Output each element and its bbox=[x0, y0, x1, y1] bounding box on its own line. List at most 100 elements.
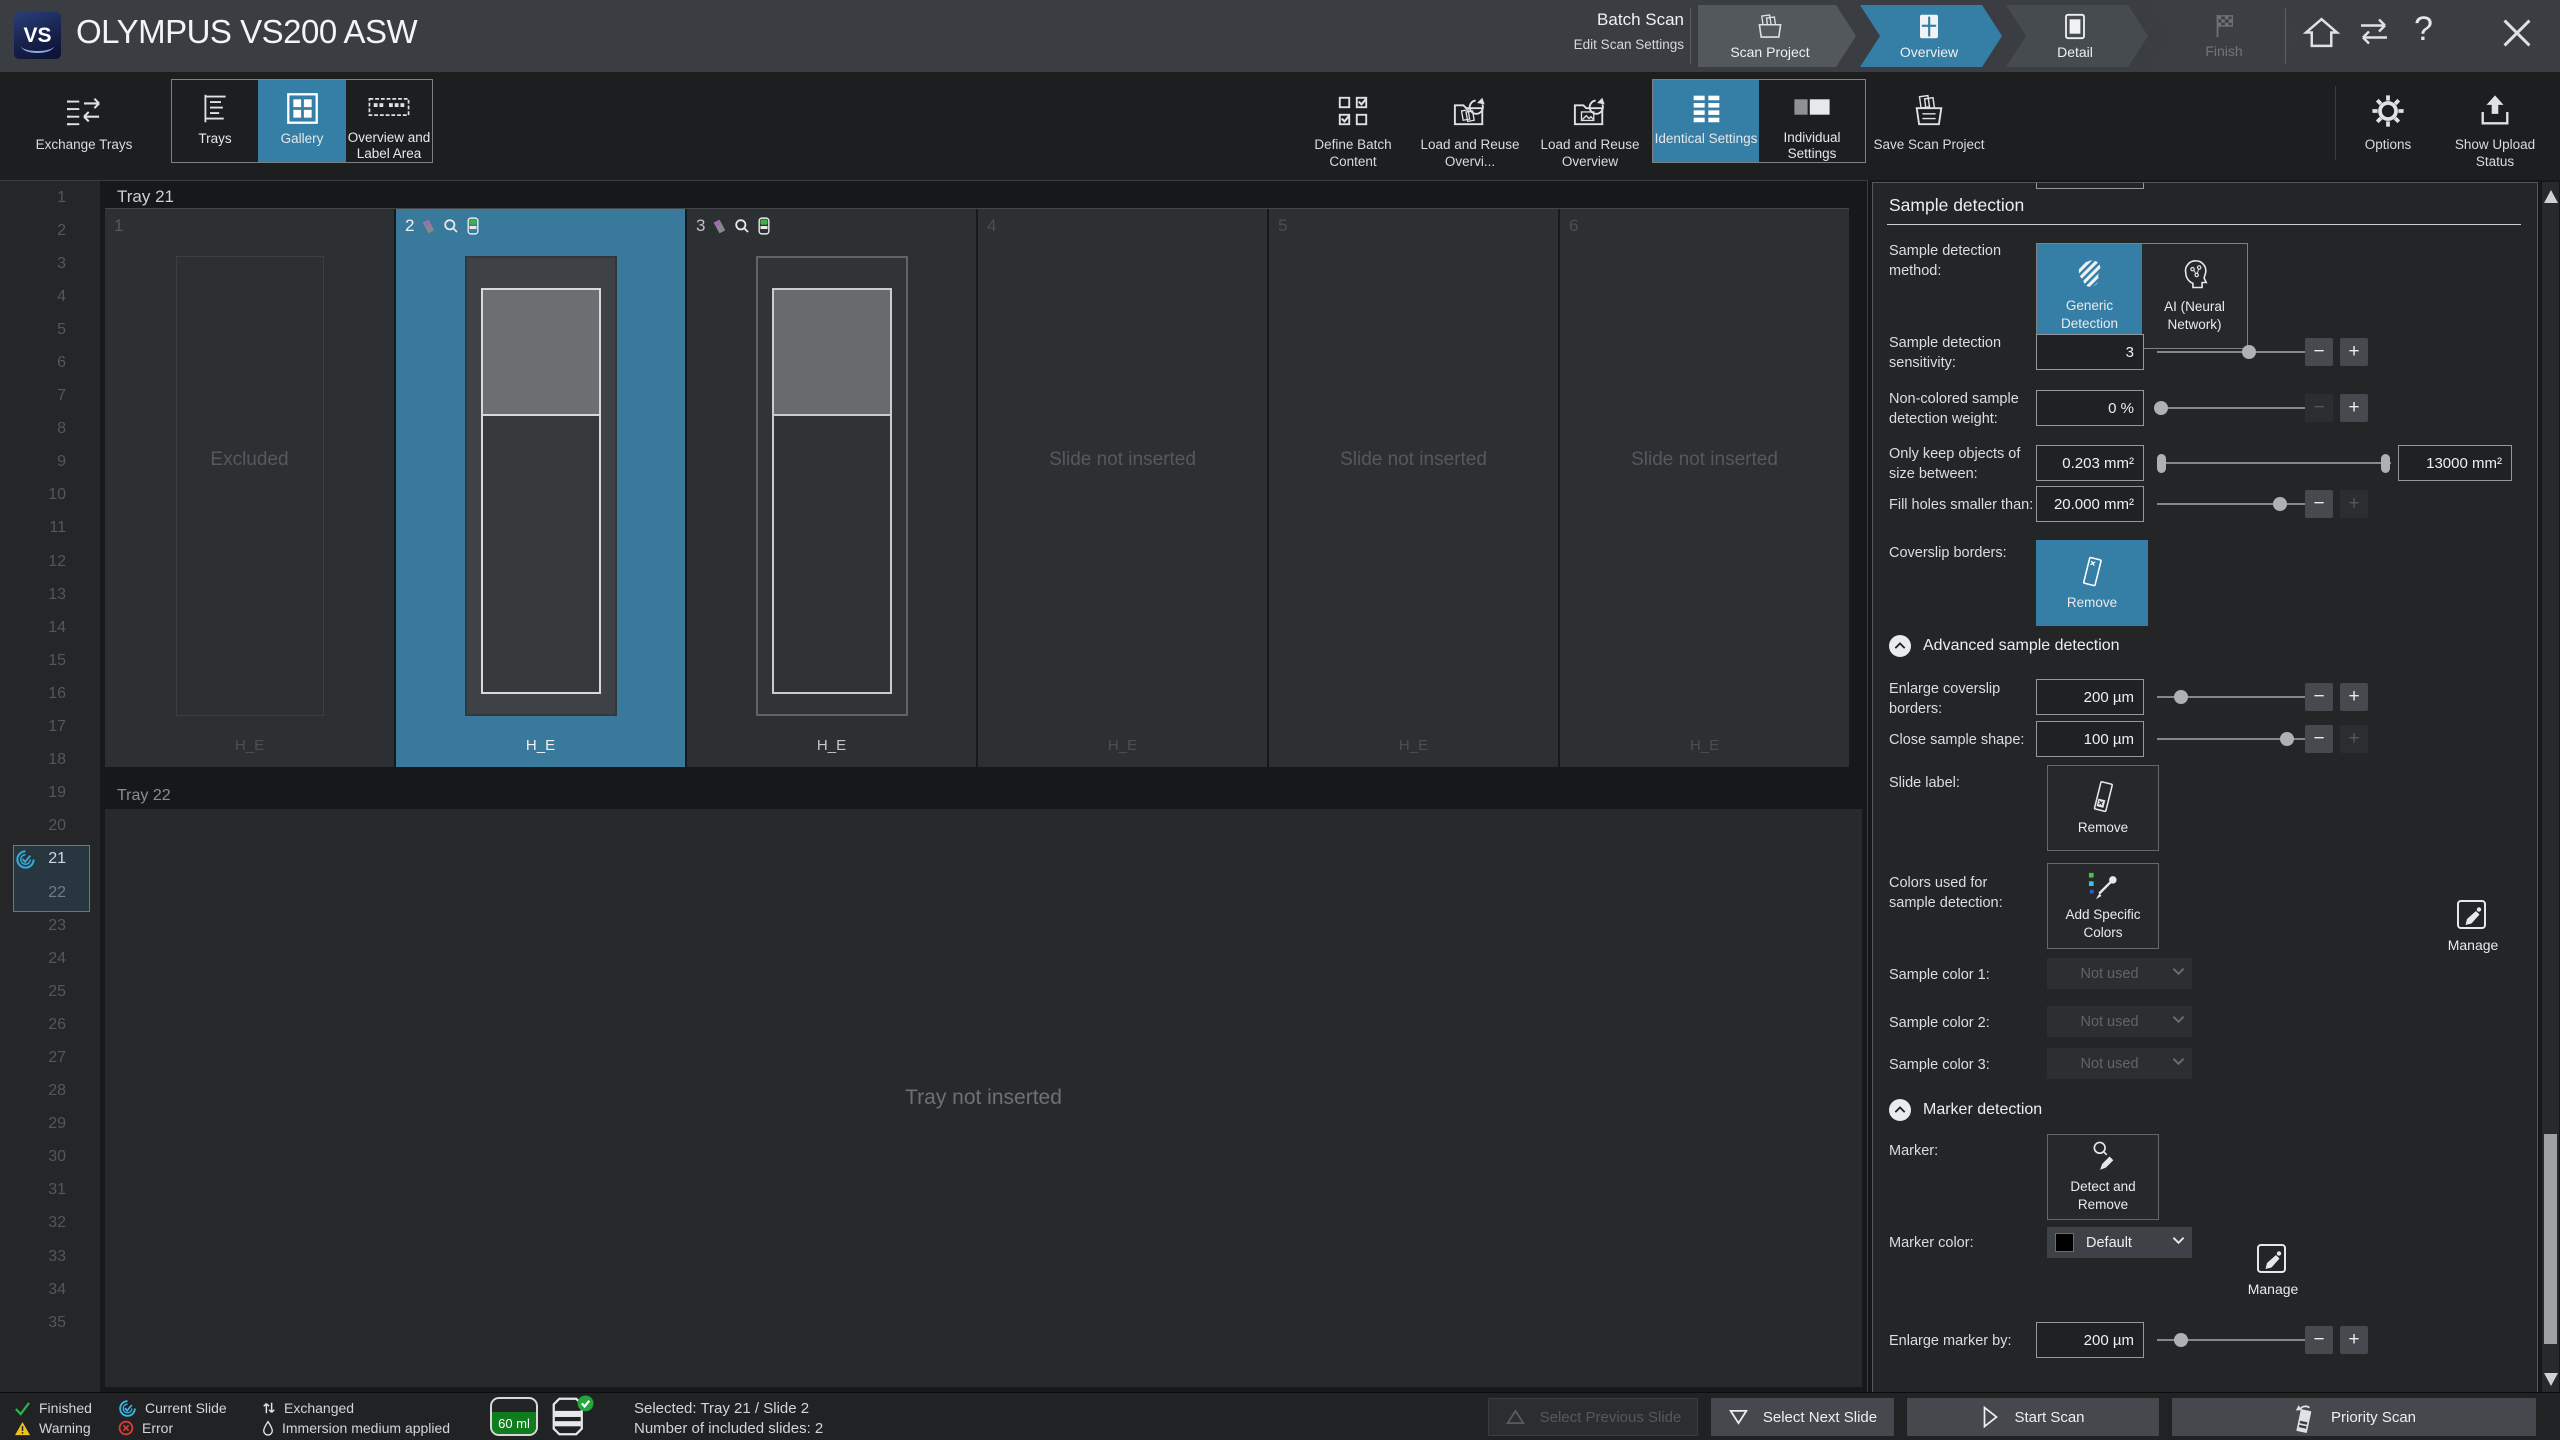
tray-list-item[interactable]: 19 bbox=[0, 777, 100, 810]
enlarge-marker-decrement-button[interactable]: − bbox=[2305, 1326, 2333, 1354]
slot-5[interactable]: 5 Slide not inserted H_E bbox=[1269, 209, 1558, 767]
add-specific-colors-button[interactable]: Add Specific Colors bbox=[2047, 863, 2159, 949]
panel-scrollbar[interactable] bbox=[2542, 182, 2559, 1394]
tray-list-item[interactable]: 13 bbox=[0, 578, 100, 611]
identical-settings-button[interactable]: Identical Settings bbox=[1653, 80, 1759, 162]
slot-3[interactable]: 3 H_E bbox=[687, 209, 976, 767]
tray-list-item[interactable]: 1 bbox=[0, 181, 100, 214]
marker-detection-header[interactable]: Marker detection bbox=[1889, 1099, 2042, 1121]
detect-and-remove-button[interactable]: Detect and Remove bbox=[2047, 1134, 2159, 1220]
enlarge-marker-increment-button[interactable]: + bbox=[2340, 1326, 2368, 1354]
enlarge-coverslip-decrement-button[interactable]: − bbox=[2305, 683, 2333, 711]
overview-label-area-button[interactable]: Overview and Label Area bbox=[346, 80, 432, 162]
tray-list-item[interactable]: 31 bbox=[0, 1174, 100, 1207]
tray-list-item[interactable]: 2 bbox=[0, 214, 100, 247]
tray-list-item[interactable]: 6 bbox=[0, 346, 100, 379]
select-next-slide-button[interactable]: Select Next Slide bbox=[1711, 1398, 1894, 1436]
fill-holes-slider[interactable] bbox=[2157, 486, 2305, 522]
sensitivity-input[interactable]: 3 bbox=[2036, 334, 2144, 370]
tray-list-item[interactable]: 12 bbox=[0, 545, 100, 578]
tray-list-item[interactable]: 25 bbox=[0, 975, 100, 1008]
exchange-trays-button[interactable]: Exchange Trays bbox=[5, 78, 163, 172]
options-button[interactable]: Options bbox=[2352, 78, 2424, 172]
tray-list-item[interactable]: 15 bbox=[0, 644, 100, 677]
tray-list-item[interactable]: 23 bbox=[0, 909, 100, 942]
weight-increment-button[interactable]: + bbox=[2340, 394, 2368, 422]
advanced-sample-detection-header[interactable]: Advanced sample detection bbox=[1889, 635, 2120, 657]
step-overview[interactable]: Overview bbox=[1860, 5, 2002, 67]
load-reuse-overview-button-2[interactable]: Load and Reuse Overview bbox=[1528, 78, 1652, 172]
trays-view-button[interactable]: Trays bbox=[172, 80, 258, 162]
enlarge-coverslip-slider[interactable] bbox=[2157, 679, 2305, 715]
tray-list-item[interactable]: 14 bbox=[0, 611, 100, 644]
tray-list-item[interactable]: 17 bbox=[0, 711, 100, 744]
enlarge-marker-input[interactable]: 200 µm bbox=[2036, 1322, 2144, 1358]
slot-6[interactable]: 6 Slide not inserted H_E bbox=[1560, 209, 1849, 767]
tray-list-item[interactable]: 8 bbox=[0, 413, 100, 446]
tray-list-item[interactable]: 35 bbox=[0, 1306, 100, 1339]
size-range-slider[interactable] bbox=[2157, 445, 2391, 481]
fill-holes-decrement-button[interactable]: − bbox=[2305, 490, 2333, 518]
sensitivity-decrement-button[interactable]: − bbox=[2305, 338, 2333, 366]
tray-list-item[interactable]: 5 bbox=[0, 313, 100, 346]
slot-3-slide[interactable] bbox=[756, 256, 908, 716]
step-scan-project[interactable]: Scan Project bbox=[1698, 5, 1856, 67]
enlarge-marker-slider[interactable] bbox=[2157, 1322, 2305, 1358]
weight-input[interactable]: 0 % bbox=[2036, 390, 2144, 426]
tray-list-item[interactable]: 27 bbox=[0, 1041, 100, 1074]
define-batch-content-button[interactable]: Define Batch Content bbox=[1293, 78, 1413, 172]
fill-holes-input[interactable]: 20.000 mm² bbox=[2036, 486, 2144, 522]
home-icon[interactable] bbox=[2303, 16, 2340, 49]
tray-list-item[interactable]: 33 bbox=[0, 1240, 100, 1273]
priority-scan-button[interactable]: Priority Scan bbox=[2172, 1398, 2536, 1436]
slot-4[interactable]: 4 Slide not inserted H_E bbox=[978, 209, 1267, 767]
sensitivity-slider[interactable] bbox=[2157, 334, 2305, 370]
scroll-down-arrow[interactable] bbox=[2544, 1373, 2558, 1386]
tray-list-item[interactable]: 26 bbox=[0, 1008, 100, 1041]
tray-list-item[interactable]: 10 bbox=[0, 479, 100, 512]
tray-list-item[interactable]: 3 bbox=[0, 247, 100, 280]
tray-list-item[interactable]: 28 bbox=[0, 1075, 100, 1108]
scroll-up-arrow[interactable] bbox=[2544, 190, 2558, 203]
close-sample-shape-decrement-button[interactable]: − bbox=[2305, 725, 2333, 753]
size-min-input[interactable]: 0.203 mm² bbox=[2036, 445, 2144, 481]
tray-list-item[interactable]: 29 bbox=[0, 1108, 100, 1141]
help-icon[interactable]: ? bbox=[2414, 10, 2433, 49]
tray-list-item[interactable]: 11 bbox=[0, 512, 100, 545]
scrollbar-thumb[interactable] bbox=[2544, 1134, 2557, 1344]
slide-label-remove-button[interactable]: Remove bbox=[2047, 765, 2159, 851]
marker-color-dropdown[interactable]: Default bbox=[2047, 1227, 2192, 1258]
gallery-view-button[interactable]: Gallery bbox=[258, 80, 346, 162]
coverslip-remove-button[interactable]: Remove bbox=[2036, 540, 2148, 626]
tray-list-item[interactable]: 9 bbox=[0, 446, 100, 479]
close-sample-shape-slider[interactable] bbox=[2157, 721, 2305, 757]
tray-list-item[interactable]: 16 bbox=[0, 677, 100, 710]
switch-application-icon[interactable] bbox=[2354, 16, 2394, 47]
start-scan-button[interactable]: Start Scan bbox=[1907, 1398, 2159, 1436]
load-reuse-overview-button-1[interactable]: Load and Reuse Overvi... bbox=[1411, 78, 1529, 172]
tray-list-item[interactable]: 34 bbox=[0, 1273, 100, 1306]
save-scan-project-button[interactable]: Save Scan Project bbox=[1869, 78, 1989, 172]
tray-list-item[interactable]: 30 bbox=[0, 1141, 100, 1174]
manage-colors-button[interactable]: Manage bbox=[2433, 897, 2513, 953]
size-max-input[interactable]: 13000 mm² bbox=[2398, 445, 2512, 481]
close-icon[interactable] bbox=[2500, 16, 2534, 50]
weight-slider[interactable] bbox=[2157, 390, 2305, 426]
tray-list-item[interactable]: 7 bbox=[0, 380, 100, 413]
show-upload-status-button[interactable]: Show Upload Status bbox=[2440, 78, 2550, 172]
slot-2-slide[interactable] bbox=[465, 256, 617, 716]
tray-list-item[interactable]: 4 bbox=[0, 280, 100, 313]
sensitivity-increment-button[interactable]: + bbox=[2340, 338, 2368, 366]
manage-marker-colors-button[interactable]: Manage bbox=[2233, 1241, 2313, 1297]
tray-list-item[interactable]: 24 bbox=[0, 942, 100, 975]
magnifier-icon[interactable] bbox=[734, 218, 750, 234]
tray-list-item[interactable]: 20 bbox=[0, 810, 100, 843]
slot-2[interactable]: 2 H_E bbox=[396, 209, 685, 767]
slot-1[interactable]: 1 Excluded H_E bbox=[105, 209, 394, 767]
enlarge-coverslip-input[interactable]: 200 µm bbox=[2036, 679, 2144, 715]
tray-list-item[interactable]: 32 bbox=[0, 1207, 100, 1240]
step-detail[interactable]: Detail bbox=[2006, 5, 2148, 67]
generic-detection-button[interactable]: Generic Detection bbox=[2037, 244, 2142, 348]
enlarge-coverslip-increment-button[interactable]: + bbox=[2340, 683, 2368, 711]
close-sample-shape-input[interactable]: 100 µm bbox=[2036, 721, 2144, 757]
